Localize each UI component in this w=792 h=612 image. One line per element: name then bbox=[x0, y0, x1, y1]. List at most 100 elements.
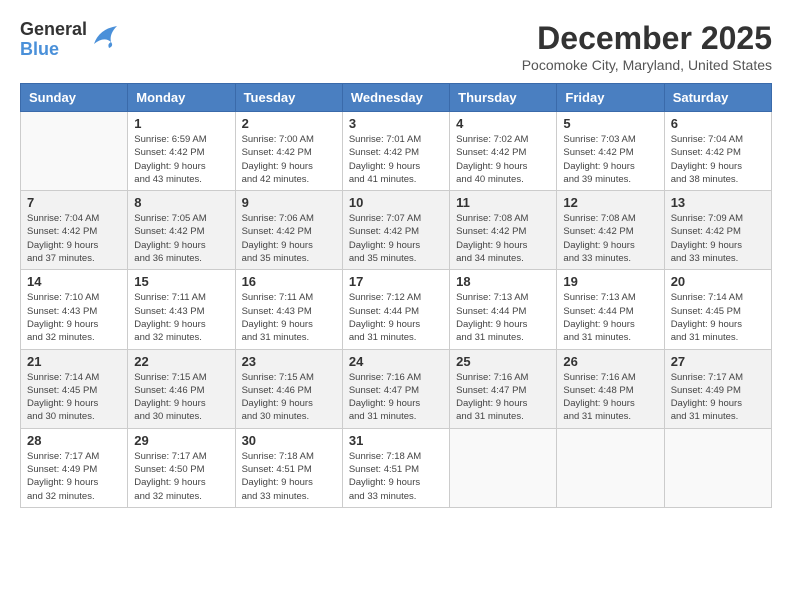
calendar-day-cell: 30 Sunrise: 7:18 AM Sunset: 4:51 PM Dayli… bbox=[235, 428, 342, 507]
day-info: Sunrise: 6:59 AM Sunset: 4:42 PM Dayligh… bbox=[134, 133, 228, 186]
day-info: Sunrise: 7:17 AM Sunset: 4:50 PM Dayligh… bbox=[134, 450, 228, 503]
day-number: 26 bbox=[563, 354, 657, 369]
weekday-header-cell: Wednesday bbox=[342, 84, 449, 112]
calendar-day-cell: 26 Sunrise: 7:16 AM Sunset: 4:48 PM Dayli… bbox=[557, 349, 664, 428]
calendar-day-cell: 3 Sunrise: 7:01 AM Sunset: 4:42 PM Daylig… bbox=[342, 112, 449, 191]
day-number: 8 bbox=[134, 195, 228, 210]
calendar-week-row: 1 Sunrise: 6:59 AM Sunset: 4:42 PM Daylig… bbox=[21, 112, 772, 191]
day-number: 1 bbox=[134, 116, 228, 131]
day-number: 24 bbox=[349, 354, 443, 369]
day-number: 21 bbox=[27, 354, 121, 369]
day-number: 18 bbox=[456, 274, 550, 289]
calendar-day-cell: 22 Sunrise: 7:15 AM Sunset: 4:46 PM Dayli… bbox=[128, 349, 235, 428]
day-info: Sunrise: 7:18 AM Sunset: 4:51 PM Dayligh… bbox=[242, 450, 336, 503]
calendar-day-cell: 28Sunrise: 7:17 AM Sunset: 4:49 PM Dayli… bbox=[21, 428, 128, 507]
calendar-week-row: 21Sunrise: 7:14 AM Sunset: 4:45 PM Dayli… bbox=[21, 349, 772, 428]
calendar-day-cell: 10Sunrise: 7:07 AM Sunset: 4:42 PM Dayli… bbox=[342, 191, 449, 270]
day-info: Sunrise: 7:16 AM Sunset: 4:48 PM Dayligh… bbox=[563, 371, 657, 424]
calendar-day-cell: 7Sunrise: 7:04 AM Sunset: 4:42 PM Daylig… bbox=[21, 191, 128, 270]
day-info: Sunrise: 7:15 AM Sunset: 4:46 PM Dayligh… bbox=[242, 371, 336, 424]
calendar-day-cell bbox=[664, 428, 771, 507]
month-year-title: December 2025 bbox=[522, 20, 772, 57]
calendar-day-cell: 13Sunrise: 7:09 AM Sunset: 4:42 PM Dayli… bbox=[664, 191, 771, 270]
logo-blue: Blue bbox=[20, 40, 87, 60]
calendar-day-cell: 23 Sunrise: 7:15 AM Sunset: 4:46 PM Dayli… bbox=[235, 349, 342, 428]
calendar-day-cell: 4 Sunrise: 7:02 AM Sunset: 4:42 PM Daylig… bbox=[450, 112, 557, 191]
day-number: 17 bbox=[349, 274, 443, 289]
day-info: Sunrise: 7:15 AM Sunset: 4:46 PM Dayligh… bbox=[134, 371, 228, 424]
day-info: Sunrise: 7:17 AM Sunset: 4:49 PM Dayligh… bbox=[27, 450, 121, 503]
day-info: Sunrise: 7:10 AM Sunset: 4:43 PM Dayligh… bbox=[27, 291, 121, 344]
day-info: Sunrise: 7:03 AM Sunset: 4:42 PM Dayligh… bbox=[563, 133, 657, 186]
calendar-day-cell: 6 Sunrise: 7:04 AM Sunset: 4:42 PM Daylig… bbox=[664, 112, 771, 191]
logo: General Blue bbox=[20, 20, 119, 60]
day-info: Sunrise: 7:04 AM Sunset: 4:42 PM Dayligh… bbox=[671, 133, 765, 186]
weekday-header-cell: Saturday bbox=[664, 84, 771, 112]
day-number: 2 bbox=[242, 116, 336, 131]
day-info: Sunrise: 7:17 AM Sunset: 4:49 PM Dayligh… bbox=[671, 371, 765, 424]
weekday-header-cell: Thursday bbox=[450, 84, 557, 112]
day-number: 25 bbox=[456, 354, 550, 369]
day-info: Sunrise: 7:12 AM Sunset: 4:44 PM Dayligh… bbox=[349, 291, 443, 344]
day-number: 3 bbox=[349, 116, 443, 131]
calendar-day-cell: 1 Sunrise: 6:59 AM Sunset: 4:42 PM Daylig… bbox=[128, 112, 235, 191]
calendar-day-cell: 8 Sunrise: 7:05 AM Sunset: 4:42 PM Daylig… bbox=[128, 191, 235, 270]
day-info: Sunrise: 7:06 AM Sunset: 4:42 PM Dayligh… bbox=[242, 212, 336, 265]
day-info: Sunrise: 7:02 AM Sunset: 4:42 PM Dayligh… bbox=[456, 133, 550, 186]
day-info: Sunrise: 7:04 AM Sunset: 4:42 PM Dayligh… bbox=[27, 212, 121, 265]
calendar-week-row: 14 Sunrise: 7:10 AM Sunset: 4:43 PM Dayli… bbox=[21, 270, 772, 349]
location-subtitle: Pocomoke City, Maryland, United States bbox=[522, 57, 772, 73]
calendar-day-cell bbox=[450, 428, 557, 507]
day-number: 4 bbox=[456, 116, 550, 131]
day-number: 9 bbox=[242, 195, 336, 210]
day-number: 31 bbox=[349, 433, 443, 448]
calendar-day-cell: 21Sunrise: 7:14 AM Sunset: 4:45 PM Dayli… bbox=[21, 349, 128, 428]
page-header: General Blue December 2025 Pocomoke City… bbox=[20, 20, 772, 73]
calendar-day-cell: 5Sunrise: 7:03 AM Sunset: 4:42 PM Daylig… bbox=[557, 112, 664, 191]
day-number: 12 bbox=[563, 195, 657, 210]
calendar-day-cell: 14 Sunrise: 7:10 AM Sunset: 4:43 PM Dayli… bbox=[21, 270, 128, 349]
calendar-day-cell: 2 Sunrise: 7:00 AM Sunset: 4:42 PM Daylig… bbox=[235, 112, 342, 191]
calendar-day-cell: 9 Sunrise: 7:06 AM Sunset: 4:42 PM Daylig… bbox=[235, 191, 342, 270]
calendar-day-cell: 12 Sunrise: 7:08 AM Sunset: 4:42 PM Dayli… bbox=[557, 191, 664, 270]
weekday-header-cell: Friday bbox=[557, 84, 664, 112]
day-info: Sunrise: 7:07 AM Sunset: 4:42 PM Dayligh… bbox=[349, 212, 443, 265]
calendar-day-cell: 29 Sunrise: 7:17 AM Sunset: 4:50 PM Dayli… bbox=[128, 428, 235, 507]
day-number: 14 bbox=[27, 274, 121, 289]
day-info: Sunrise: 7:05 AM Sunset: 4:42 PM Dayligh… bbox=[134, 212, 228, 265]
calendar-body: 1 Sunrise: 6:59 AM Sunset: 4:42 PM Daylig… bbox=[21, 112, 772, 508]
day-number: 27 bbox=[671, 354, 765, 369]
calendar-table: SundayMondayTuesdayWednesdayThursdayFrid… bbox=[20, 83, 772, 508]
day-info: Sunrise: 7:13 AM Sunset: 4:44 PM Dayligh… bbox=[563, 291, 657, 344]
day-info: Sunrise: 7:16 AM Sunset: 4:47 PM Dayligh… bbox=[456, 371, 550, 424]
calendar-day-cell: 20 Sunrise: 7:14 AM Sunset: 4:45 PM Dayli… bbox=[664, 270, 771, 349]
day-info: Sunrise: 7:08 AM Sunset: 4:42 PM Dayligh… bbox=[563, 212, 657, 265]
day-number: 15 bbox=[134, 274, 228, 289]
day-number: 23 bbox=[242, 354, 336, 369]
day-number: 20 bbox=[671, 274, 765, 289]
day-info: Sunrise: 7:00 AM Sunset: 4:42 PM Dayligh… bbox=[242, 133, 336, 186]
calendar-day-cell: 25 Sunrise: 7:16 AM Sunset: 4:47 PM Dayli… bbox=[450, 349, 557, 428]
weekday-header-cell: Monday bbox=[128, 84, 235, 112]
day-info: Sunrise: 7:01 AM Sunset: 4:42 PM Dayligh… bbox=[349, 133, 443, 186]
calendar-day-cell: 31 Sunrise: 7:18 AM Sunset: 4:51 PM Dayli… bbox=[342, 428, 449, 507]
day-number: 30 bbox=[242, 433, 336, 448]
day-info: Sunrise: 7:14 AM Sunset: 4:45 PM Dayligh… bbox=[671, 291, 765, 344]
calendar-day-cell bbox=[557, 428, 664, 507]
day-info: Sunrise: 7:11 AM Sunset: 4:43 PM Dayligh… bbox=[242, 291, 336, 344]
day-info: Sunrise: 7:13 AM Sunset: 4:44 PM Dayligh… bbox=[456, 291, 550, 344]
day-number: 29 bbox=[134, 433, 228, 448]
calendar-day-cell: 11 Sunrise: 7:08 AM Sunset: 4:42 PM Dayli… bbox=[450, 191, 557, 270]
day-info: Sunrise: 7:18 AM Sunset: 4:51 PM Dayligh… bbox=[349, 450, 443, 503]
calendar-day-cell: 15Sunrise: 7:11 AM Sunset: 4:43 PM Dayli… bbox=[128, 270, 235, 349]
day-info: Sunrise: 7:08 AM Sunset: 4:42 PM Dayligh… bbox=[456, 212, 550, 265]
calendar-week-row: 28Sunrise: 7:17 AM Sunset: 4:49 PM Dayli… bbox=[21, 428, 772, 507]
weekday-header-row: SundayMondayTuesdayWednesdayThursdayFrid… bbox=[21, 84, 772, 112]
day-number: 22 bbox=[134, 354, 228, 369]
title-section: December 2025 Pocomoke City, Maryland, U… bbox=[522, 20, 772, 73]
weekday-header-cell: Sunday bbox=[21, 84, 128, 112]
calendar-day-cell: 19Sunrise: 7:13 AM Sunset: 4:44 PM Dayli… bbox=[557, 270, 664, 349]
day-number: 6 bbox=[671, 116, 765, 131]
day-number: 11 bbox=[456, 195, 550, 210]
logo-text: General Blue bbox=[20, 20, 87, 60]
